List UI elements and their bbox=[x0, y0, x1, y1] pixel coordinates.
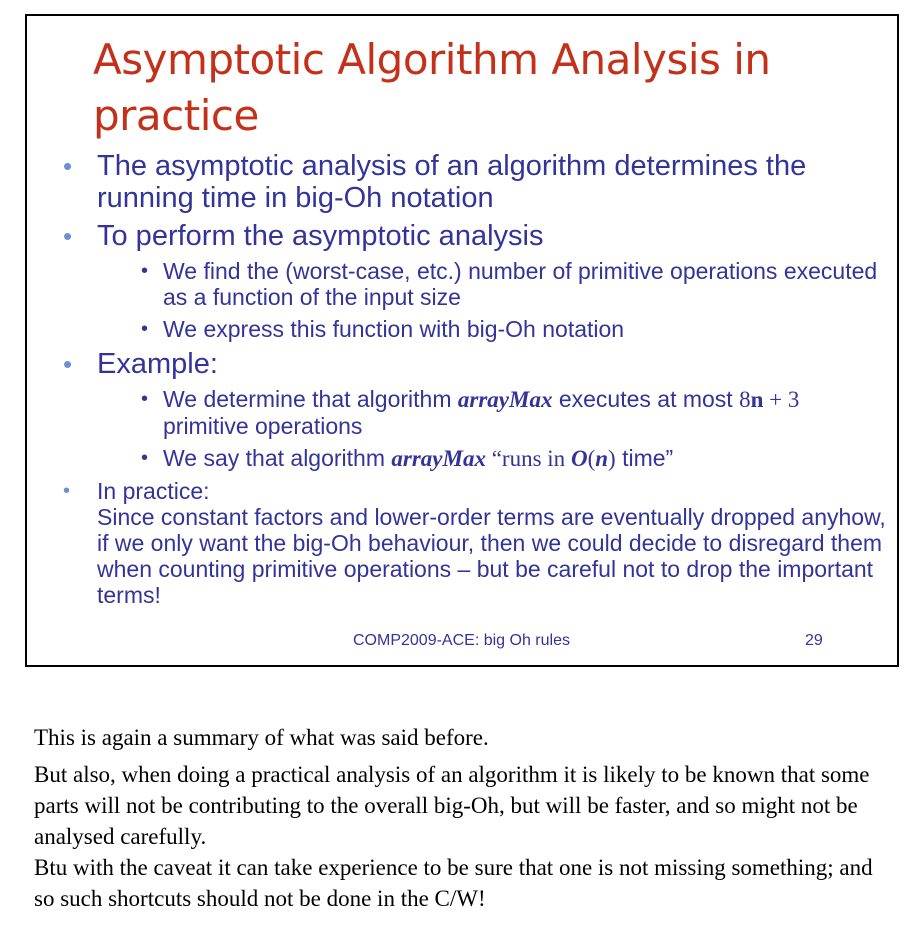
text-segment: We determine that algorithm bbox=[163, 386, 458, 412]
big-oh-symbol: O bbox=[570, 446, 588, 471]
math-constant: + 3 bbox=[763, 387, 800, 412]
bullet-dot-icon: • bbox=[63, 480, 71, 502]
bullet-dot-icon: • bbox=[63, 151, 73, 181]
sub-bullet-dot-icon: • bbox=[141, 388, 149, 410]
math-expression: 8n + 3 bbox=[739, 387, 799, 412]
bullet-dot-icon: • bbox=[63, 349, 73, 379]
bullet-item: • In practice: Since constant factors an… bbox=[57, 478, 887, 608]
sub-bullet-item: • We say that algorithm arrayMax “runs i… bbox=[57, 445, 887, 472]
bullet-heading: In practice: bbox=[97, 478, 210, 504]
slide-footer: COMP2009-ACE: big Oh rules bbox=[353, 632, 570, 649]
sub-bullet-dot-icon: • bbox=[141, 318, 149, 340]
notes-paragraph: Btu with the caveat it can take experien… bbox=[34, 855, 873, 911]
math-coefficient: 8 bbox=[739, 387, 751, 412]
notes-paragraph: But also, when doing a practical analysi… bbox=[34, 762, 870, 849]
bullet-dot-icon: • bbox=[63, 221, 73, 251]
text-segment: time” bbox=[615, 445, 674, 471]
sub-bullet-text: We say that algorithm arrayMax “runs in … bbox=[163, 445, 673, 471]
slide-page-number: 29 bbox=[805, 632, 823, 649]
math-paren: ) bbox=[608, 446, 616, 471]
sub-bullet-dot-icon: • bbox=[141, 447, 149, 469]
bullet-item: • The asymptotic analysis of an algorith… bbox=[57, 150, 887, 214]
algorithm-name: arrayMax bbox=[457, 387, 553, 412]
math-variable: n bbox=[750, 387, 764, 412]
slide-body: • The asymptotic analysis of an algorith… bbox=[57, 150, 887, 614]
slide-title: Asymptotic Algorithm Analysis in practic… bbox=[93, 35, 771, 140]
math-variable: n bbox=[595, 446, 609, 471]
bullet-text: To perform the asymptotic analysis bbox=[97, 220, 544, 252]
sub-bullet-item: • We find the (worst-case, etc.) number … bbox=[57, 258, 887, 310]
notes-paragraph: This is again a summary of what was said… bbox=[34, 725, 489, 750]
bullet-item: • Example: bbox=[57, 348, 887, 380]
sub-bullet-dot-icon: • bbox=[141, 260, 149, 282]
bullet-item: • To perform the asymptotic analysis bbox=[57, 220, 887, 252]
speaker-notes: This is again a summary of what was said… bbox=[34, 722, 884, 920]
bullet-text: Example: bbox=[97, 348, 218, 380]
text-segment: We say that algorithm bbox=[163, 445, 392, 471]
sub-bullet-text: We express this function with big-Oh not… bbox=[163, 316, 625, 342]
sub-bullet-item: • We express this function with big-Oh n… bbox=[57, 316, 887, 342]
sub-bullet-item: • We determine that algorithm arrayMax e… bbox=[57, 386, 887, 439]
text-segment: primitive operations bbox=[163, 413, 363, 439]
text-segment: “runs in bbox=[485, 446, 571, 471]
sub-bullet-text: We determine that algorithm arrayMax exe… bbox=[163, 386, 799, 439]
bullet-paragraph: Since constant factors and lower-order t… bbox=[97, 504, 886, 608]
text-segment: executes at most bbox=[552, 386, 740, 412]
bullet-text: The asymptotic analysis of an algorithm … bbox=[97, 150, 807, 214]
algorithm-name: arrayMax bbox=[391, 446, 486, 471]
sub-bullet-text: We find the (worst-case, etc.) number of… bbox=[163, 258, 878, 310]
slide-frame: Asymptotic Algorithm Analysis in practic… bbox=[25, 14, 899, 667]
